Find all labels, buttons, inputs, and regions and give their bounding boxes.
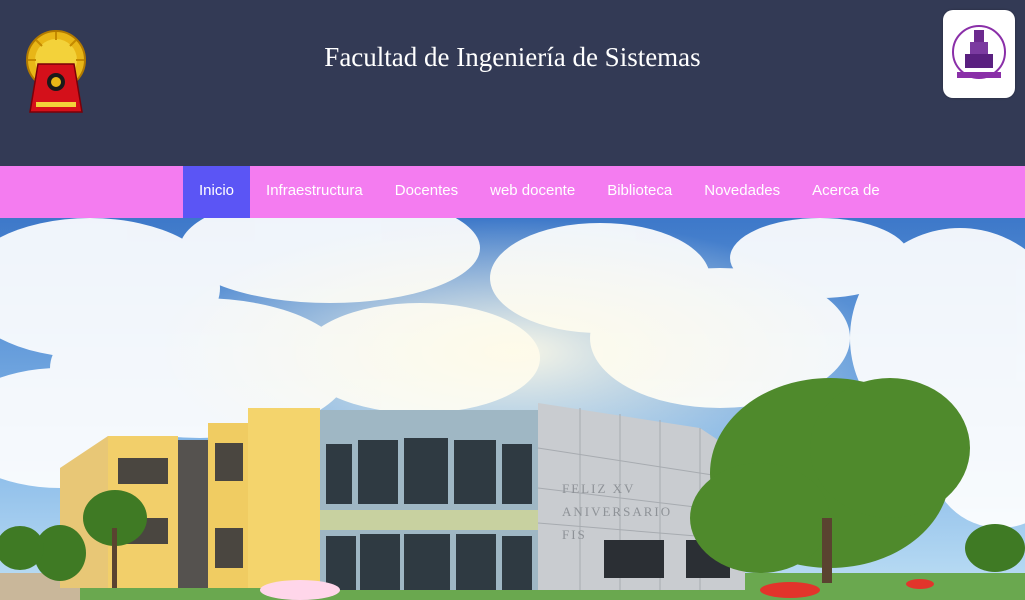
main-navigation: Inicio Infraestructura Docentes web doce… xyxy=(0,166,1025,218)
nav-item-infraestructura[interactable]: Infraestructura xyxy=(250,166,379,218)
nav-item-biblioteca[interactable]: Biblioteca xyxy=(591,166,688,218)
nav-item-web-docente[interactable]: web docente xyxy=(474,166,591,218)
nav-item-acerca-de[interactable]: Acerca de xyxy=(796,166,896,218)
hero-building-image: FELIZ XV ANIVERSARIO FIS xyxy=(0,218,1025,600)
nav-item-docentes[interactable]: Docentes xyxy=(379,166,474,218)
svg-text:FIS: FIS xyxy=(562,527,587,542)
nav-item-novedades[interactable]: Novedades xyxy=(688,166,796,218)
faculty-logo-icon[interactable] xyxy=(943,10,1015,98)
svg-text:FELIZ XV: FELIZ XV xyxy=(562,481,635,496)
page-title: Facultad de Ingeniería de Sistemas xyxy=(324,42,701,72)
svg-text:ANIVERSARIO: ANIVERSARIO xyxy=(562,504,672,519)
nav-item-inicio[interactable]: Inicio xyxy=(183,166,251,218)
site-header: Facultad de Ingeniería de Sistemas xyxy=(0,0,1025,166)
